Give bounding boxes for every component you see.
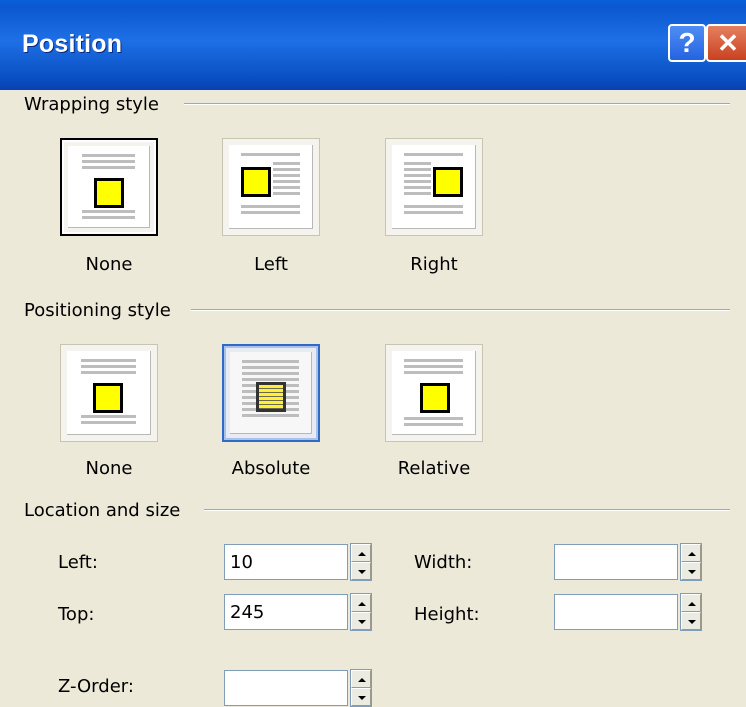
positioning-style-label: Positioning style — [24, 300, 171, 321]
top-increment-button[interactable] — [351, 594, 371, 612]
wrapping-style-divider — [184, 103, 730, 105]
position-absolute-icon — [230, 352, 312, 434]
width-increment-button[interactable] — [681, 544, 701, 562]
wrap-right-icon — [392, 145, 476, 229]
left-spinner[interactable] — [350, 543, 372, 581]
help-button[interactable]: ? — [668, 24, 706, 62]
wrap-left-caption: Left — [254, 254, 288, 275]
position-absolute-option[interactable] — [222, 344, 320, 442]
wrapping-style-label: Wrapping style — [24, 94, 159, 115]
wrap-none-icon — [68, 146, 150, 228]
z-order-input[interactable] — [224, 670, 348, 706]
width-decrement-button[interactable] — [681, 562, 701, 580]
help-icon: ? — [678, 27, 696, 58]
wrap-left-option[interactable] — [222, 138, 320, 236]
left-label: Left: — [58, 552, 98, 573]
left-increment-button[interactable] — [351, 544, 371, 562]
left-input[interactable] — [224, 544, 348, 580]
location-size-label: Location and size — [24, 500, 181, 521]
wrap-none-caption: None — [85, 254, 133, 275]
dialog-title: Position — [22, 30, 123, 58]
z-order-label: Z-Order: — [58, 676, 134, 697]
positioning-style-divider — [191, 309, 730, 311]
z-order-spinner[interactable] — [350, 669, 372, 707]
height-increment-button[interactable] — [681, 594, 701, 612]
wrap-left-icon — [229, 145, 313, 229]
position-relative-caption: Relative — [397, 458, 471, 479]
position-none-caption: None — [85, 458, 133, 479]
height-spinner[interactable] — [680, 593, 702, 631]
z-order-decrement-button[interactable] — [351, 688, 371, 706]
location-size-divider — [204, 509, 730, 511]
top-spinner[interactable] — [350, 593, 372, 631]
top-label: Top: — [58, 604, 95, 625]
width-label: Width: — [414, 552, 473, 573]
top-decrement-button[interactable] — [351, 612, 371, 630]
position-none-option[interactable] — [60, 344, 158, 442]
z-order-increment-button[interactable] — [351, 670, 371, 688]
height-decrement-button[interactable] — [681, 612, 701, 630]
position-relative-icon — [392, 351, 476, 435]
position-relative-option[interactable] — [385, 344, 483, 442]
wrap-right-option[interactable] — [385, 138, 483, 236]
position-none-icon — [67, 351, 151, 435]
left-decrement-button[interactable] — [351, 562, 371, 580]
title-bar: Position ? ✕ — [0, 0, 746, 90]
width-spinner[interactable] — [680, 543, 702, 581]
height-label: Height: — [414, 604, 480, 625]
position-absolute-caption: Absolute — [231, 458, 311, 479]
wrap-none-option[interactable] — [60, 138, 158, 236]
top-input[interactable] — [224, 594, 348, 630]
width-input[interactable] — [554, 544, 678, 580]
height-input[interactable] — [554, 594, 678, 630]
wrap-right-caption: Right — [410, 254, 458, 275]
close-icon: ✕ — [717, 28, 739, 58]
close-button[interactable]: ✕ — [706, 24, 746, 62]
